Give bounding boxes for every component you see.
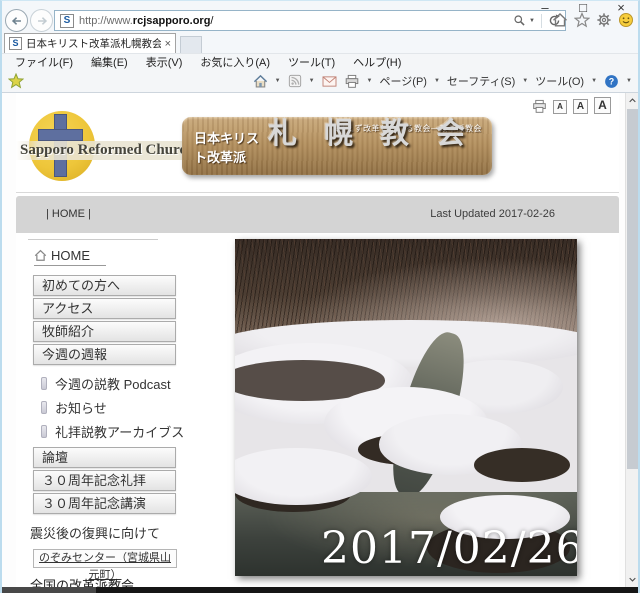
web-page: A A A Sapporo Reformed Church 絶えず改革し続ける教… [2, 93, 625, 587]
font-size-small-button[interactable]: A [553, 100, 567, 114]
help-icon[interactable]: ? [604, 74, 619, 89]
sidebar-button-pastor-intro[interactable]: 牧師紹介 [33, 321, 176, 342]
sidebar-link-news[interactable]: お知らせ [41, 395, 206, 419]
menu-bar: ファイル(F) 編集(E) 表示(V) お気に入り(A) ツール(T) ヘルプ(… [2, 53, 638, 69]
tools-dropdown-caret[interactable]: ▼ [591, 78, 597, 84]
sidebar-sub-links: 今週の説教 Podcast お知らせ 礼拝説教アーカイブス [26, 371, 206, 443]
taskbar-edge [2, 587, 638, 593]
sidebar-external-links: 全国の改革派教会 耳で聞くサイト [30, 577, 206, 587]
church-sign-banner: 絶えず改革し続ける教会―改革派教会 日本キリスト改革派 札幌教会 [182, 117, 492, 175]
rocks [474, 448, 570, 482]
page-print-icon[interactable] [532, 99, 547, 114]
home-page-icon[interactable] [253, 74, 268, 89]
photo-date-overlay: 2017/02/26 [321, 523, 577, 574]
font-size-large-button[interactable]: A [594, 97, 611, 114]
scroll-up-icon[interactable] [626, 93, 639, 108]
menu-tools[interactable]: ツール(T) [279, 54, 344, 70]
safety-menu[interactable]: セーフティ(S) [447, 73, 515, 89]
font-size-medium-button[interactable]: A [573, 99, 588, 114]
page-bar-icon [41, 401, 47, 414]
sidebar-home-label: HOME [51, 248, 90, 263]
home-icon[interactable] [552, 12, 568, 28]
page-bar-icon [41, 377, 47, 390]
sidebar-button-30th-worship[interactable]: ３０周年記念礼拝 [33, 470, 176, 491]
page-bar-icon [41, 425, 47, 438]
tools-menu[interactable]: ツール(O) [535, 73, 584, 89]
sidebar-link-sermon-archives[interactable]: 礼拝説教アーカイブス [41, 419, 206, 443]
page-dropdown-caret[interactable]: ▼ [434, 78, 440, 84]
menu-edit[interactable]: 編集(E) [82, 54, 137, 70]
tab-title: 日本キリスト改革派札幌教会 [26, 36, 161, 51]
mail-icon[interactable] [322, 75, 337, 88]
vertical-scrollbar[interactable] [625, 93, 638, 587]
sidebar-nav: HOME 初めての方へ アクセス 牧師紹介 今週の週報 今週の説教 Podcas… [26, 239, 206, 587]
sign-church-name: 札幌教会 [268, 117, 492, 152]
home-dropdown-caret[interactable]: ▼ [275, 78, 281, 84]
tab-favicon: S [9, 37, 22, 50]
sidebar-link-podcast[interactable]: 今週の説教 Podcast [41, 371, 206, 395]
url-text[interactable]: http://www.rcjsapporo.org/ [79, 15, 513, 27]
page-utility-buttons: A A A [532, 97, 611, 114]
address-bar[interactable]: S http://www.rcjsapporo.org/ ▼ [54, 10, 566, 31]
cross-icon [38, 129, 83, 141]
command-bar: ▼ ▼ ▼ ページ(P) ▼ セーフティ(S) ▼ ツール(O) ▼ ? ▼ [2, 69, 638, 93]
browser-window: – □ × S http://www.rcjsapporo.org/ [0, 0, 640, 593]
add-favorite-star-icon[interactable] [8, 73, 24, 89]
tab-active[interactable]: S 日本キリスト改革派札幌教会 × [4, 33, 176, 53]
sidebar-item-home[interactable]: HOME [34, 248, 106, 266]
browser-titlebar: – □ × S http://www.rcjsapporo.org/ [2, 1, 638, 33]
forward-button[interactable] [30, 9, 53, 32]
gear-icon[interactable] [596, 12, 612, 28]
last-updated-text: Last Updated 2017-02-26 [430, 208, 555, 220]
sidebar-link-nozomi-center[interactable]: のぞみセンター（宮城県山元町） [33, 549, 177, 568]
sidebar-button-forum[interactable]: 論壇 [33, 447, 176, 468]
menu-file[interactable]: ファイル(F) [6, 54, 82, 70]
safety-dropdown-caret[interactable]: ▼ [522, 78, 528, 84]
svg-text:?: ? [609, 76, 614, 86]
search-dropdown-caret[interactable]: ▼ [529, 18, 535, 24]
sidebar-button-access[interactable]: アクセス [33, 298, 176, 319]
sidebar-button-30th-lecture[interactable]: ３０周年記念講演 [33, 493, 176, 514]
sidebar-link-rcj-churches[interactable]: 全国の改革派教会 [30, 577, 134, 587]
tab-close-icon[interactable]: × [165, 39, 171, 49]
page-menu[interactable]: ページ(P) [380, 73, 427, 89]
print-dropdown-caret[interactable]: ▼ [367, 78, 373, 84]
help-dropdown-caret[interactable]: ▼ [626, 78, 632, 84]
back-arrow-icon [10, 14, 24, 28]
menu-favorites[interactable]: お気に入り(A) [191, 54, 279, 70]
church-logo-text: Sapporo Reformed Church [16, 141, 201, 160]
sidebar-button-weekly-bulletin[interactable]: 今週の週報 [33, 344, 176, 365]
sidebar-nav-group-2: 論壇 ３０周年記念礼拝 ３０周年記念講演 [26, 447, 206, 514]
print-icon[interactable] [344, 74, 360, 89]
favorites-star-icon[interactable] [574, 12, 590, 28]
new-tab-button[interactable] [180, 36, 202, 53]
page-content-card: A A A Sapporo Reformed Church 絶えず改革し続ける教… [16, 93, 619, 587]
feedback-smiley-icon[interactable] [618, 12, 634, 28]
house-icon [34, 249, 47, 262]
feed-icon[interactable] [288, 74, 302, 88]
hero-photo-winter-river: 2017/02/26 [235, 239, 577, 576]
taskbar-segment [2, 587, 96, 593]
sign-denomination: 日本キリスト改革派 [194, 128, 260, 166]
search-icon[interactable] [513, 14, 526, 27]
divider [28, 239, 158, 240]
divider [541, 14, 542, 28]
browser-viewport: A A A Sapporo Reformed Church 絶えず改革し続ける教… [2, 93, 638, 587]
feed-dropdown-caret[interactable]: ▼ [309, 78, 315, 84]
site-favicon: S [60, 14, 74, 28]
status-band: | HOME | Last Updated 2017-02-26 [16, 196, 619, 233]
forward-arrow-icon [35, 14, 49, 28]
menu-help[interactable]: ヘルプ(H) [344, 54, 410, 70]
menu-view[interactable]: 表示(V) [137, 54, 192, 70]
back-button[interactable] [5, 9, 28, 32]
scroll-down-icon[interactable] [626, 572, 639, 587]
breadcrumb[interactable]: | HOME | [46, 208, 91, 220]
divider [16, 192, 619, 193]
tab-strip: S 日本キリスト改革派札幌教会 × [2, 33, 638, 53]
sidebar-section-heading: 震災後の復興に向けて [30, 523, 206, 542]
sidebar-button-first-visit[interactable]: 初めての方へ [33, 275, 176, 296]
scrollbar-thumb[interactable] [627, 109, 638, 469]
